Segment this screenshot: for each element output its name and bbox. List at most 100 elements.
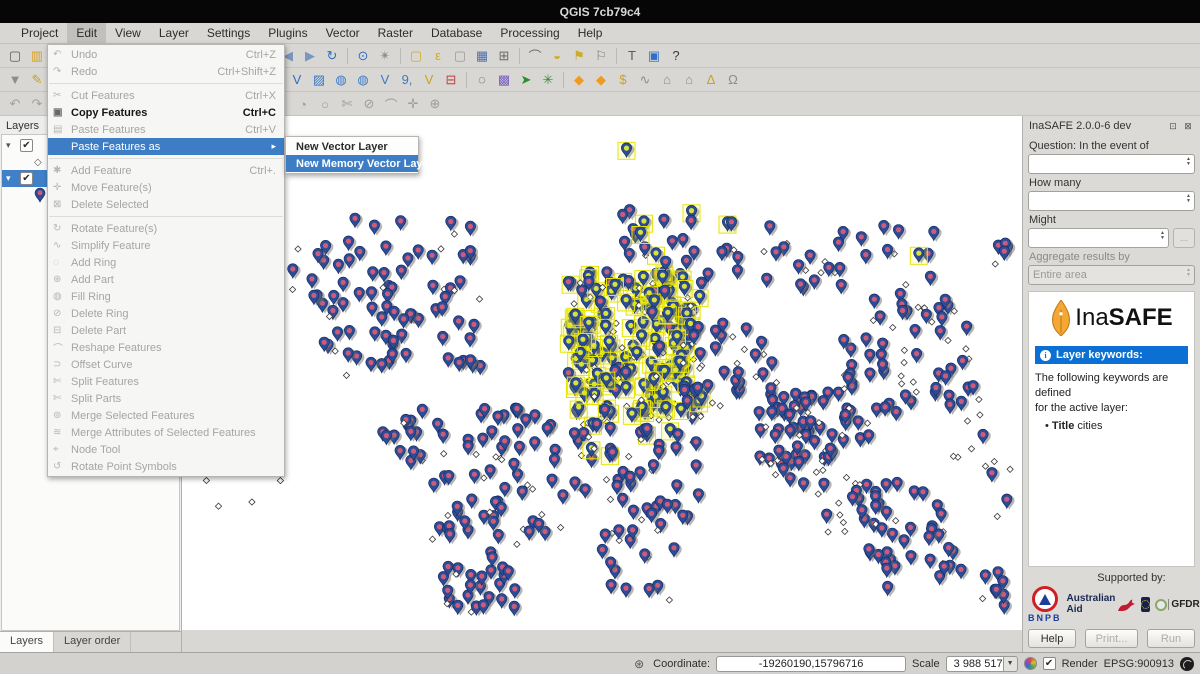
- add-delimited-text-icon[interactable]: 9,: [397, 70, 417, 90]
- inasafe-dock-icon[interactable]: ◆: [569, 70, 589, 90]
- edit-menu-item-delete-part[interactable]: ⊟Delete Part: [48, 322, 284, 339]
- add-raster-layer-icon[interactable]: ▨: [309, 70, 329, 90]
- add-wfs-layer-icon[interactable]: V: [375, 70, 395, 90]
- crs-status-icon[interactable]: [1180, 657, 1194, 671]
- edit-menu-item-merge-selected-features[interactable]: ⊚Merge Selected Features: [48, 407, 284, 424]
- edit-menu-item-rotate-feature-s[interactable]: ↻Rotate Feature(s): [48, 220, 284, 237]
- select-features-icon[interactable]: ▢: [406, 46, 426, 66]
- menubar-item-vector[interactable]: Vector: [317, 23, 369, 43]
- zoom-next-icon[interactable]: ▶: [300, 46, 320, 66]
- edit-menu-item-reshape-features[interactable]: ⌒Reshape Features: [48, 339, 284, 356]
- edit-menu-item-node-tool[interactable]: ⌖Node Tool: [48, 441, 284, 458]
- collapse-arrow-icon[interactable]: ▾: [6, 140, 16, 151]
- disable-tool-icon[interactable]: ⊘: [359, 94, 379, 114]
- menubar-item-database[interactable]: Database: [422, 23, 491, 43]
- epsg-status[interactable]: EPSG:900913: [1104, 658, 1174, 670]
- whats-this-icon[interactable]: ?: [666, 46, 686, 66]
- coordinate-input[interactable]: [716, 656, 906, 672]
- edit-menu-item-merge-attributes-of-selected-features[interactable]: ≋Merge Attributes of Selected Features: [48, 424, 284, 441]
- crosshair-tool-icon[interactable]: ✛: [403, 94, 423, 114]
- edit-menu-item-add-feature[interactable]: ✱Add FeatureCtrl+.: [48, 162, 284, 179]
- layer-visibility-checkbox[interactable]: ✔: [20, 172, 33, 185]
- text-annotation-icon[interactable]: T: [622, 46, 642, 66]
- run-button[interactable]: Run: [1147, 629, 1195, 648]
- add-vector-layer-icon[interactable]: V: [287, 70, 307, 90]
- arc-tool-icon[interactable]: ⌒: [381, 94, 401, 114]
- split-tool-icon[interactable]: ✄: [337, 94, 357, 114]
- collapse-arrow-icon[interactable]: ▾: [6, 173, 16, 184]
- edit-menu-item-paste-features[interactable]: ▤Paste FeaturesCtrl+V: [48, 121, 284, 138]
- open-project-icon[interactable]: ▥: [27, 46, 47, 66]
- edit-menu-item-copy-features[interactable]: ▣Copy FeaturesCtrl+C: [48, 104, 284, 121]
- map-tips-icon[interactable]: ◒: [547, 46, 567, 66]
- spring-icon[interactable]: ∿: [635, 70, 655, 90]
- edit-menu-item-paste-features-as[interactable]: Paste Features as▸: [48, 138, 284, 155]
- rotate-tool-icon[interactable]: ◔: [293, 94, 313, 114]
- show-bookmarks-icon[interactable]: ⚐: [591, 46, 611, 66]
- aggregate-select[interactable]: Entire area ▲▼: [1028, 265, 1195, 285]
- hazard-select[interactable]: ▲▼: [1028, 154, 1195, 174]
- bell-icon[interactable]: Δ: [701, 70, 721, 90]
- menubar-item-help[interactable]: Help: [569, 23, 612, 43]
- edit-menu-item-split-features[interactable]: ✄Split Features: [48, 373, 284, 390]
- submenu-item-new-vector-layer[interactable]: New Vector Layer: [286, 138, 418, 155]
- dock-float-icon[interactable]: ⊡: [1167, 120, 1179, 132]
- function-select[interactable]: ▲▼: [1028, 228, 1169, 248]
- menubar-item-plugins[interactable]: Plugins: [259, 23, 316, 43]
- building-icon[interactable]: ⌂: [657, 70, 677, 90]
- deselect-features-icon[interactable]: ▢: [450, 46, 470, 66]
- undo-alt-icon[interactable]: ↶: [5, 94, 25, 114]
- identify-icon[interactable]: ⊙: [353, 46, 373, 66]
- toggle-editing-icon[interactable]: ✎: [27, 70, 47, 90]
- edit-menu-item-fill-ring[interactable]: ◍Fill Ring: [48, 288, 284, 305]
- dock-close-icon[interactable]: ⊠: [1182, 120, 1194, 132]
- processing-toolbox-icon[interactable]: ➤: [516, 70, 536, 90]
- scale-input[interactable]: [946, 656, 1004, 672]
- edit-menu-item-move-feature-s[interactable]: ✛Move Feature(s): [48, 179, 284, 196]
- menubar-item-processing[interactable]: Processing: [491, 23, 568, 43]
- layer-visibility-checkbox[interactable]: ✔: [20, 139, 33, 152]
- inasafe-keywords-icon[interactable]: ◆: [591, 70, 611, 90]
- edit-menu-item-add-part[interactable]: ⊕Add Part: [48, 271, 284, 288]
- edit-menu-item-cut-features[interactable]: ✂Cut FeaturesCtrl+X: [48, 87, 284, 104]
- menubar-item-settings[interactable]: Settings: [198, 23, 259, 43]
- edit-menu-item-add-ring[interactable]: ◌Add Ring: [48, 254, 284, 271]
- add-wms-layer-icon[interactable]: ◍: [353, 70, 373, 90]
- edit-menu-item-delete-ring[interactable]: ⊘Delete Ring: [48, 305, 284, 322]
- panel-tab-layer-order[interactable]: Layer order: [54, 632, 131, 652]
- attribute-table-icon[interactable]: ▦: [472, 46, 492, 66]
- edit-menu-item-delete-selected[interactable]: ⊠Delete Selected: [48, 196, 284, 213]
- current-edits-icon[interactable]: ▼: [5, 70, 25, 90]
- new-memory-layer-icon[interactable]: V: [419, 70, 439, 90]
- menubar-item-project[interactable]: Project: [12, 23, 67, 43]
- new-bookmark-icon[interactable]: ⚑: [569, 46, 589, 66]
- edit-menu-item-offset-curve[interactable]: ⊃Offset Curve: [48, 356, 284, 373]
- new-project-icon[interactable]: ▢: [5, 46, 25, 66]
- circle-tool-icon[interactable]: ○: [315, 94, 335, 114]
- add-postgis-layer-icon[interactable]: ◍: [331, 70, 351, 90]
- remove-layer-icon[interactable]: ⊟: [441, 70, 461, 90]
- bank-icon[interactable]: ⌂: [679, 70, 699, 90]
- redo-alt-icon[interactable]: ↷: [27, 94, 47, 114]
- map-canvas[interactable]: [182, 116, 1022, 630]
- menubar-item-edit[interactable]: Edit: [67, 23, 106, 43]
- scale-dropdown-icon[interactable]: ▼: [1004, 656, 1018, 672]
- function-options-button[interactable]: ...: [1173, 228, 1195, 248]
- select-by-expression-icon[interactable]: ε: [428, 46, 448, 66]
- refresh-icon[interactable]: ↻: [322, 46, 342, 66]
- run-feature-action-icon[interactable]: ✴: [375, 46, 395, 66]
- panel-tab-layers[interactable]: Layers: [0, 632, 54, 652]
- style-manager-icon[interactable]: ▩: [494, 70, 514, 90]
- print-button[interactable]: Print...: [1085, 629, 1139, 648]
- search-icon[interactable]: ◌: [472, 70, 492, 90]
- help-button[interactable]: Help: [1028, 629, 1076, 648]
- menubar-item-raster[interactable]: Raster: [369, 23, 422, 43]
- menubar-item-view[interactable]: View: [106, 23, 150, 43]
- field-calculator-icon[interactable]: ⊞: [494, 46, 514, 66]
- submenu-item-new-memory-vector-layer[interactable]: New Memory Vector Layer: [286, 155, 418, 172]
- edit-menu-item-redo[interactable]: ↷RedoCtrl+Shift+Z: [48, 63, 284, 80]
- edit-menu-item-simplify-feature[interactable]: ∿Simplify Feature: [48, 237, 284, 254]
- edit-menu-item-rotate-point-symbols[interactable]: ↺Rotate Point Symbols: [48, 458, 284, 475]
- coins-icon[interactable]: $: [613, 70, 633, 90]
- python-console-icon[interactable]: ▣: [644, 46, 664, 66]
